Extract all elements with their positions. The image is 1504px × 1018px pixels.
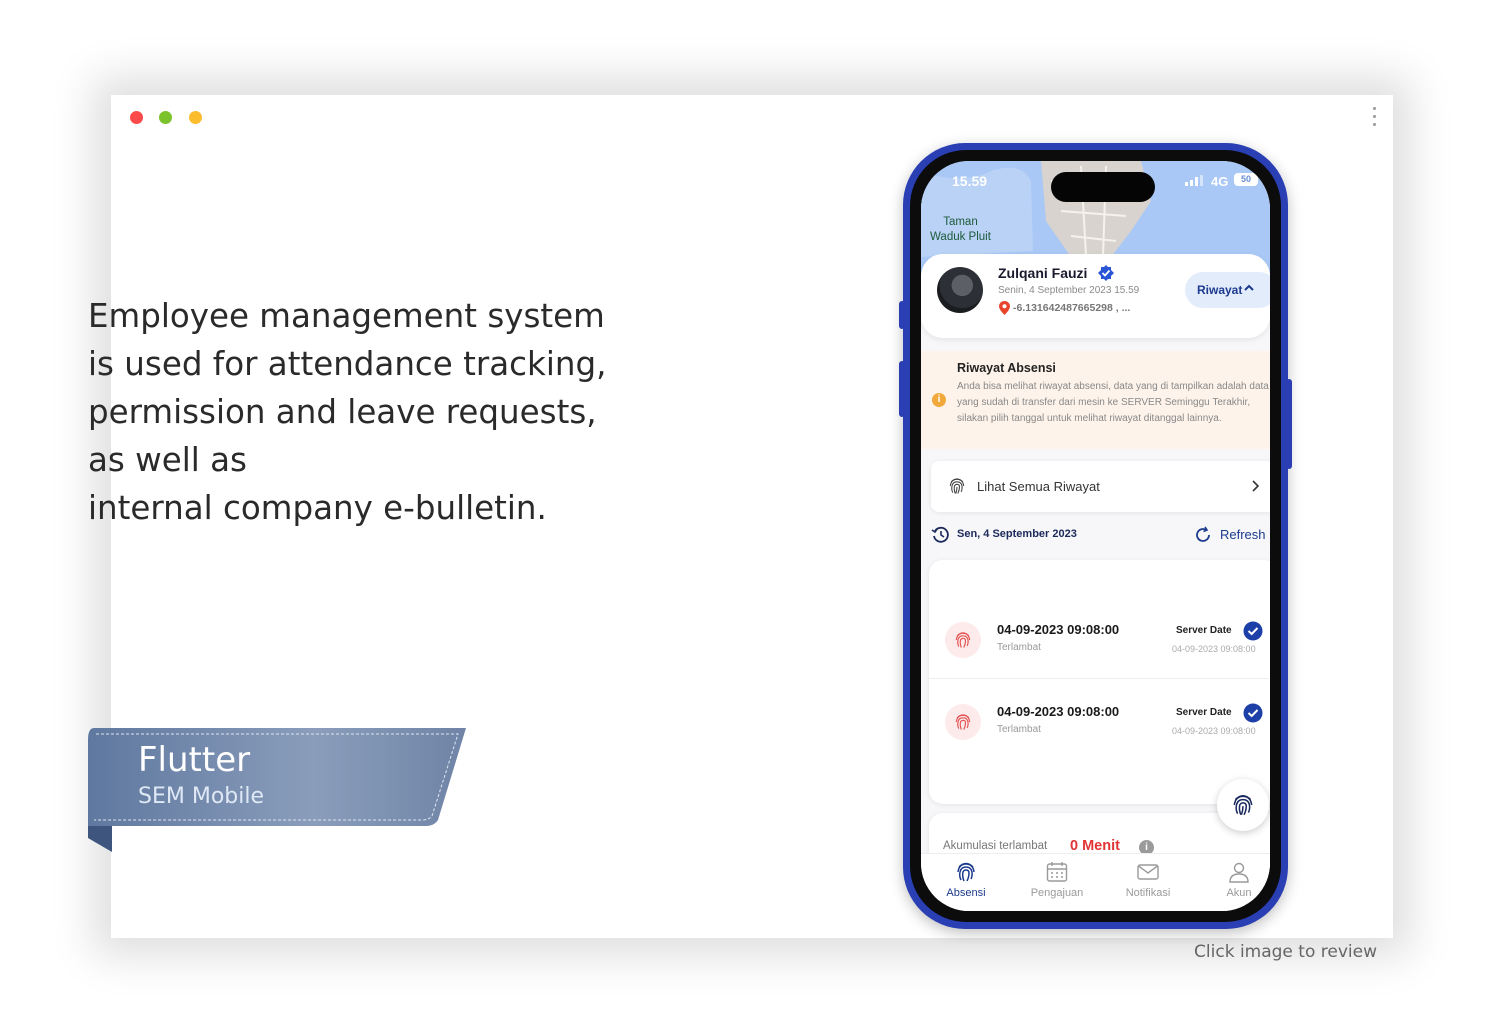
fingerprint-icon (957, 862, 975, 882)
ribbon-title: Flutter (138, 740, 251, 780)
verified-badge-icon (1098, 265, 1114, 281)
close-dot[interactable] (130, 111, 143, 124)
kebab-menu-icon[interactable] (1371, 107, 1377, 129)
maximize-dot[interactable] (159, 111, 172, 124)
record-datetime: 04-09-2023 09:08:00 (997, 622, 1120, 637)
phone-bezel: Taman Waduk Pluit 15.59 4G 50 Zulqani Fa… (910, 150, 1281, 922)
calendar-icon (1046, 862, 1068, 882)
refresh-button[interactable]: Refresh (1220, 527, 1266, 542)
description-line: permission and leave requests, (88, 393, 597, 431)
mail-icon (1137, 864, 1159, 880)
date-bar: Sen, 4 September 2023 Refresh (921, 523, 1270, 547)
chevron-right-icon (1252, 480, 1260, 492)
stage: Employee management system is used for a… (0, 0, 1504, 1018)
record-status: Terlambat (997, 642, 1041, 653)
phone-mockup: Taman Waduk Pluit 15.59 4G 50 Zulqani Fa… (899, 143, 1292, 929)
description-line: is used for attendance tracking, (88, 345, 607, 383)
all-history-button[interactable]: Lihat Semua Riwayat (931, 461, 1270, 512)
fingerprint-late-icon (945, 622, 981, 658)
phone-side-button (899, 361, 905, 417)
attendance-record[interactable]: 04-09-2023 09:08:00 Terlambat Server Dat… (929, 598, 1269, 678)
nav-notifikasi[interactable]: Notifikasi (1108, 860, 1188, 899)
phone-side-button (1286, 379, 1292, 469)
record-datetime: 04-09-2023 09:08:00 (997, 704, 1120, 719)
nav-akun[interactable]: Akun (1199, 860, 1270, 899)
accumulation-value: 0 Menit (1070, 838, 1120, 854)
nav-pengajuan[interactable]: Pengajuan (1017, 860, 1097, 899)
server-date-label: Server Date (1176, 707, 1232, 718)
fingerprint-icon (949, 478, 965, 494)
profile-location: -6.131642487665298 , ... (1013, 302, 1131, 314)
phone-screen: Taman Waduk Pluit 15.59 4G 50 Zulqani Fa… (921, 161, 1270, 911)
signal-icon (1185, 175, 1203, 186)
user-icon (1229, 862, 1249, 883)
fingerprint-late-icon (945, 704, 981, 740)
description-line: internal company e-bulletin. (88, 489, 547, 527)
network-type: 4G (1211, 174, 1229, 189)
attendance-list: 04-09-2023 09:08:00 Terlambat Server Dat… (929, 560, 1270, 804)
info-title: Riwayat Absensi (957, 361, 1056, 375)
ribbon-subtitle: SEM Mobile (138, 784, 265, 809)
all-history-label: Lihat Semua Riwayat (977, 479, 1100, 494)
fingerprint-fab[interactable] (1217, 779, 1269, 831)
status-time: 15.59 (952, 173, 988, 189)
profile-name: Zulqani Fauzi (998, 265, 1088, 281)
riwayat-button-label: Riwayat (1197, 283, 1243, 297)
server-date-label: Server Date (1176, 625, 1232, 636)
location-pin-icon (999, 301, 1010, 315)
map-label: Taman Waduk Pluit (930, 216, 991, 243)
nav-label: Notifikasi (1125, 887, 1171, 899)
riwayat-button[interactable]: Riwayat (1185, 272, 1270, 308)
record-status: Terlambat (997, 724, 1041, 735)
dynamic-island (1051, 172, 1155, 202)
accumulation-label: Akumulasi terlambat (943, 840, 1048, 852)
profile-card: Zulqani Fauzi Senin, 4 September 2023 15… (921, 254, 1270, 338)
bottom-nav: Absensi Pengajuan Notifikasi Akun (921, 853, 1270, 911)
click-hint[interactable]: Click image to review (1194, 942, 1377, 962)
nav-label: Akun (1226, 887, 1252, 899)
info-icon: i (932, 393, 946, 407)
check-circle-icon (1243, 621, 1263, 641)
profile-datetime: Senin, 4 September 2023 15.59 (998, 285, 1140, 296)
info-body: Anda bisa melihat riwayat absensi, data … (957, 381, 1269, 424)
description-line: Employee management system (88, 297, 605, 335)
fingerprint-icon (1233, 795, 1253, 816)
phone-side-button (899, 301, 905, 329)
row-divider (929, 678, 1269, 679)
status-bar: 15.59 4G 50 (921, 161, 1270, 202)
attendance-record[interactable]: 04-09-2023 09:08:00 Terlambat Server Dat… (929, 680, 1269, 760)
battery-icon: 50 (1234, 173, 1258, 186)
selected-date[interactable]: Sen, 4 September 2023 (957, 528, 1077, 540)
description-text: Employee management system is used for a… (88, 292, 648, 532)
check-circle-icon (1243, 703, 1263, 723)
info-notice: i Riwayat Absensi Anda bisa melihat riwa… (921, 351, 1270, 449)
nav-label: Absensi (946, 887, 986, 899)
description-line: as well as (88, 441, 247, 479)
nav-label: Pengajuan (1030, 887, 1084, 899)
nav-absensi[interactable]: Absensi (926, 860, 1006, 899)
avatar[interactable] (937, 267, 983, 313)
server-date-value: 04-09-2023 09:08:00 (1172, 644, 1256, 654)
minimize-dot[interactable] (189, 111, 202, 124)
history-icon (931, 526, 949, 543)
chevron-up-icon (1244, 284, 1254, 291)
refresh-icon[interactable] (1193, 525, 1213, 545)
server-date-value: 04-09-2023 09:08:00 (1172, 726, 1256, 736)
